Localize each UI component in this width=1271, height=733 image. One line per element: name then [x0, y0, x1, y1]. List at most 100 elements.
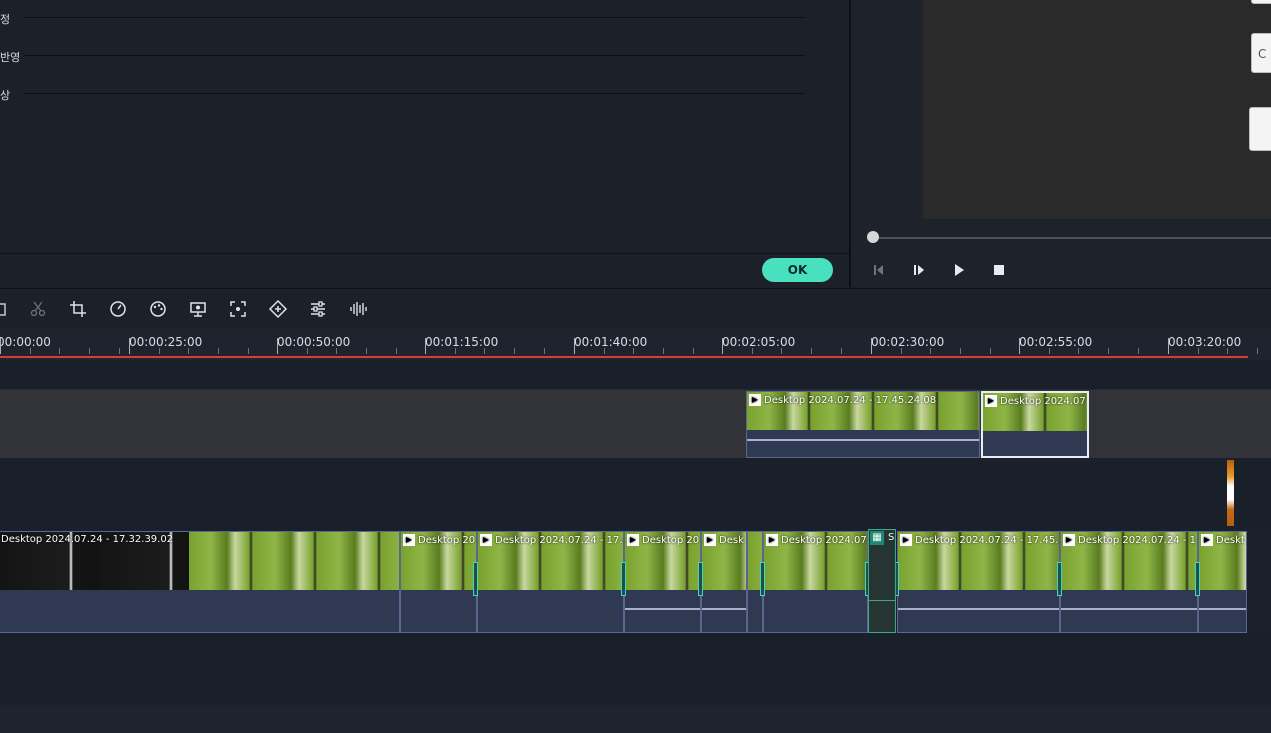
ruler-minor-tick [663, 348, 664, 354]
keyframe-icon[interactable] [268, 299, 288, 319]
video-clip[interactable]: ▶ Desktop 2024.07.24 - 17.4 [477, 531, 624, 633]
title-clip-icon: ▦ [870, 531, 884, 545]
playhead-line[interactable] [0, 356, 1248, 358]
auto-reframe-icon[interactable] [228, 299, 248, 319]
ruler-minor-tick [1108, 348, 1109, 354]
play-icon: ▶ [403, 534, 415, 546]
timeline-scrollbar[interactable] [0, 705, 1271, 733]
ruler-minor-tick [960, 348, 961, 354]
clip-name: Desk [719, 535, 744, 546]
preview-panel: C [851, 0, 1271, 287]
preview-scrub-track[interactable] [873, 237, 1271, 239]
clip-name: Desktop 2024.07 [1000, 396, 1086, 407]
title-clip[interactable]: ▦ S [868, 529, 896, 633]
play-frame-icon[interactable] [911, 262, 927, 278]
ruler-minor-tick [1257, 348, 1258, 354]
property-label: 반영 [0, 51, 21, 64]
audio-wave-icon[interactable] [348, 299, 368, 319]
timeline-ruler[interactable]: 00:00:00 00:00:25:00 00:00:50:00 00:01:1… [0, 328, 1271, 360]
play-icon: ▶ [766, 534, 778, 546]
video-track-1[interactable]: Desktop 2024.07.24 - 17.32.39.02 ▶ Deskto… [0, 529, 1271, 633]
clip-title: ▶ Desktop 2024.07.24 - 17.45.2 [900, 534, 1059, 546]
video-clip[interactable]: ▶ Deskt [1198, 531, 1247, 633]
clip-title: ▶ Desktop 20 [403, 534, 475, 546]
clip-title: ▶ Desk [704, 534, 744, 546]
preview-scrub-handle[interactable] [867, 231, 879, 243]
side-button[interactable] [1249, 107, 1271, 151]
transition-marker[interactable] [760, 562, 765, 596]
ruler-minor-tick [396, 348, 397, 354]
clip-audio-line [898, 608, 1059, 610]
ruler-minor-tick [752, 348, 753, 354]
clip-name: Desktop 2024.07.24 - 17.32.39.02 [1, 534, 174, 545]
empty-track[interactable] [0, 458, 1271, 529]
clip-title: ▶ Desktop 2024.07.24 - 1 [1063, 534, 1196, 546]
video-clip[interactable]: ▶ Desktop 2024.07.24 - 17.45.24.08 [746, 391, 980, 458]
clip-audio-line [625, 608, 700, 610]
ruler-minor-tick [218, 348, 219, 354]
ruler-major-tick [1019, 338, 1020, 354]
ruler-minor-tick [89, 348, 90, 354]
ruler-minor-tick [248, 348, 249, 354]
ruler-minor-tick [1078, 348, 1079, 354]
properties-panel: 정 반영 상 [0, 0, 849, 253]
ruler-tick-label: 00:01:40:00 [574, 335, 648, 349]
properties-footer: OK [0, 253, 849, 288]
screen-record-icon[interactable] [188, 299, 208, 319]
video-clip[interactable]: ▶ Desktop 2024.07.24 - 17.45.2 [897, 531, 1060, 633]
video-clip[interactable]: Desktop 2024.07.24 - 17.32.39.02 [0, 531, 400, 633]
video-clip[interactable]: ▶ Desktop 20 [624, 531, 701, 633]
ruler-minor-tick [455, 348, 456, 354]
scissors-icon[interactable] [28, 299, 48, 319]
transition-marker[interactable] [698, 562, 703, 596]
ruler-minor-tick [990, 348, 991, 354]
ruler-tick-label: 00:02:55:00 [1019, 335, 1093, 349]
ruler-minor-tick [307, 348, 308, 354]
transition-marker[interactable] [621, 562, 626, 596]
play-icon[interactable] [951, 262, 967, 278]
stop-icon[interactable] [991, 262, 1007, 278]
property-divider [24, 55, 805, 56]
clip-name: Desktop 2024.07.24 - 1 [1078, 535, 1197, 546]
ruler-major-tick [277, 338, 278, 354]
ruler-minor-tick [366, 348, 367, 354]
play-icon: ▶ [900, 534, 912, 546]
video-clip-selected[interactable]: ▶ Desktop 2024.07 [981, 391, 1089, 458]
transition-marker[interactable] [1057, 562, 1062, 596]
video-track-2[interactable]: ▶ Desktop 2024.07.24 - 17.45.24.08 ▶ Deskt… [0, 389, 1271, 459]
side-button[interactable] [1251, 0, 1271, 4]
property-label: 상 [0, 89, 11, 102]
transition-marker[interactable] [1195, 562, 1200, 596]
color-palette-icon[interactable] [148, 299, 168, 319]
ruler-major-tick [722, 338, 723, 354]
play-icon: ▶ [985, 395, 997, 407]
ok-button[interactable]: OK [762, 258, 833, 282]
speed-icon[interactable] [108, 299, 128, 319]
video-clip[interactable]: ▶ Desktop 2024.07.24 - 1 [1060, 531, 1198, 633]
ruler-minor-tick [188, 348, 189, 354]
ruler-minor-tick [604, 348, 605, 354]
transition-marker[interactable] [473, 562, 478, 596]
video-clip[interactable]: ▶ Desktop 20 [400, 531, 477, 633]
adjust-icon[interactable] [308, 299, 328, 319]
ruler-major-tick [129, 338, 130, 354]
ruler-tick-label: 00:00:00 [0, 335, 51, 349]
ruler-minor-tick [59, 348, 60, 354]
clip-thumbnails [189, 532, 399, 590]
clip-audio-line [1199, 608, 1246, 610]
ruler-tick-label: 00:01:15:00 [425, 335, 499, 349]
empty-track[interactable] [0, 633, 1271, 705]
video-clip[interactable]: ▶ Desktop 2024.07. [763, 531, 868, 633]
audio-marker[interactable] [1227, 460, 1234, 526]
clip-audio-line [1061, 608, 1197, 610]
edit-toolbar [0, 288, 1271, 329]
property-label: 정 [0, 13, 11, 26]
step-back-icon[interactable] [871, 262, 887, 278]
crop-icon[interactable] [68, 299, 88, 319]
delete-icon[interactable] [0, 299, 10, 319]
ruler-minor-tick [841, 348, 842, 354]
video-clip[interactable]: ▶ Desk [701, 531, 747, 633]
property-divider [24, 17, 805, 18]
play-icon: ▶ [704, 534, 716, 546]
side-button[interactable]: C [1251, 33, 1271, 73]
